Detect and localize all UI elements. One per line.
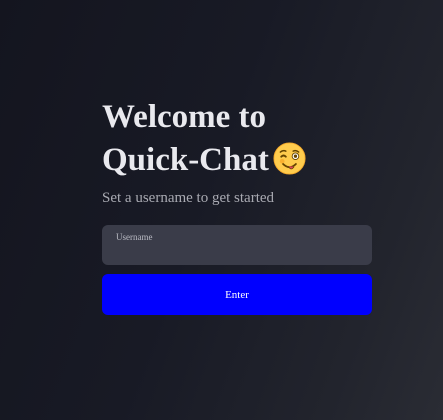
winking-face-emoji-icon <box>273 142 306 175</box>
title-line-1: Welcome to <box>102 99 267 135</box>
username-field[interactable]: Username <box>102 225 372 265</box>
enter-button[interactable]: Enter <box>102 274 372 315</box>
username-label: Username <box>116 232 153 242</box>
username-input[interactable] <box>116 244 358 260</box>
subtitle: Set a username to get started <box>102 190 275 206</box>
app-name: Quick-Chat <box>102 142 269 178</box>
login-card: Welcome to Quick-Chat Set a username to … <box>102 96 372 315</box>
page-title: Welcome to Quick-Chat <box>102 96 372 182</box>
title-line-2: Quick-Chat <box>102 139 372 182</box>
